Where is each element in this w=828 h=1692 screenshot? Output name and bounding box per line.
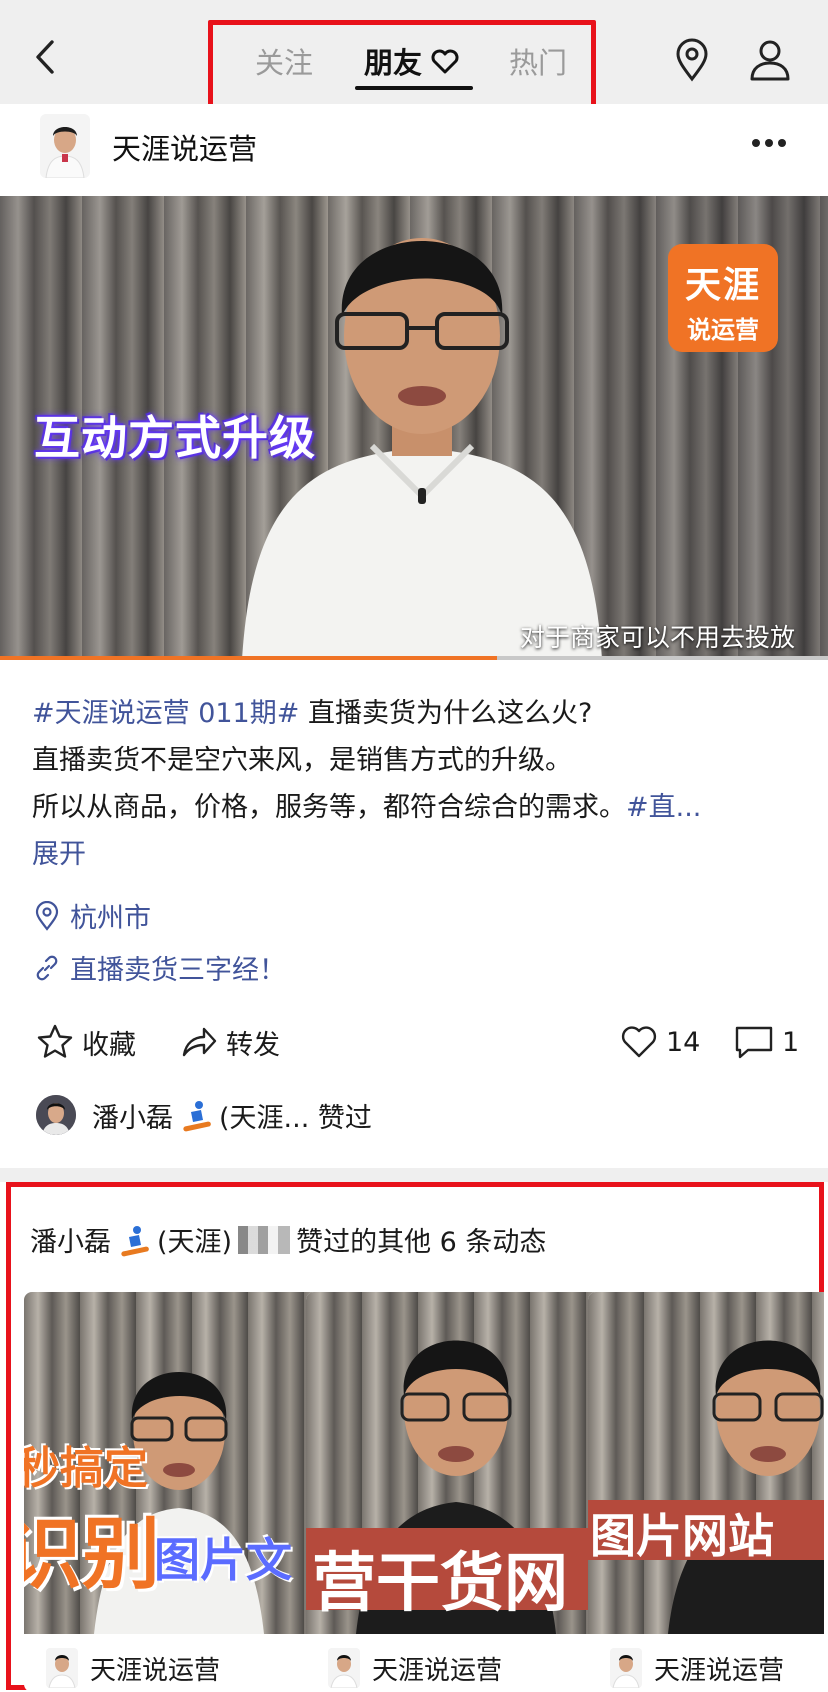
back-arrow-icon[interactable] xyxy=(28,36,62,78)
post-line-1-text: 直播卖货为什么这么火? xyxy=(299,698,593,729)
card-author-avatar xyxy=(328,1648,360,1688)
related-title-mid: (天涯) xyxy=(157,1227,233,1258)
video-headline: 互动方式升级 xyxy=(34,411,316,465)
truncated-tag[interactable]: #直... xyxy=(626,792,701,823)
card-author-name: 天涯说运营 xyxy=(90,1655,221,1686)
favorite-button[interactable]: 收藏 xyxy=(36,1020,136,1064)
related-card[interactable]: 图片网站 天涯说运营 xyxy=(588,1292,824,1692)
like-button[interactable]: 14 xyxy=(620,1020,700,1064)
expand-link[interactable]: 展开 xyxy=(32,832,86,871)
snowboarder-emoji-icon xyxy=(121,1225,149,1256)
location-row[interactable]: 杭州市 xyxy=(32,896,151,935)
card-caption-side: 图片文 xyxy=(154,1533,292,1587)
video-subtitle: 对于商家可以不用去投放 xyxy=(520,623,796,652)
related-card[interactable]: 秒搞定 识别 图片文 天涯说运营 xyxy=(24,1292,320,1692)
card-author[interactable]: 天涯说运营 xyxy=(588,1644,824,1692)
comment-button[interactable]: 1 xyxy=(734,1020,799,1064)
card-author[interactable]: 天涯说运营 xyxy=(24,1644,320,1692)
comment-count: 1 xyxy=(782,1026,800,1058)
liked-tail: (天涯... 赞过 xyxy=(219,1102,372,1134)
user-profile-icon[interactable] xyxy=(748,38,792,82)
card-author[interactable]: 天涯说运营 xyxy=(306,1644,602,1692)
active-tab-indicator xyxy=(355,86,473,90)
post-line-3: 所以从商品，价格，服务等，都符合综合的需求。#直... xyxy=(32,784,802,831)
location-text: 杭州市 xyxy=(70,903,151,934)
like-count: 14 xyxy=(666,1026,701,1058)
video-progress-fill xyxy=(0,656,497,660)
presenter-figure xyxy=(668,1340,824,1634)
logo-line1: 天涯 xyxy=(684,265,761,306)
location-pin-icon[interactable] xyxy=(674,38,710,82)
post-line-1: #天涯说运营 011期# 直播卖货为什么这么火? xyxy=(32,690,802,737)
card-author-name: 天涯说运营 xyxy=(372,1655,503,1686)
comment-bubble-icon xyxy=(735,1026,773,1059)
top-nav-bar: 关注 朋友 热门 xyxy=(0,0,828,112)
card-author-avatar xyxy=(610,1648,642,1688)
link-text: 直播卖货三字经！ xyxy=(70,955,286,986)
tab-following[interactable]: 关注 xyxy=(255,40,313,82)
liker-name: 潘小磊 xyxy=(92,1102,173,1134)
share-arrow-icon xyxy=(182,1027,217,1057)
heart-icon xyxy=(431,49,459,74)
card-thumbnail: 图片网站 xyxy=(588,1292,824,1634)
link-row[interactable]: 直播卖货三字经！ xyxy=(32,948,286,987)
card-caption-big: 营干货网 xyxy=(312,1547,568,1621)
tab-friends[interactable]: 朋友 xyxy=(364,40,422,82)
post-line-2: 直播卖货不是空穴来风，是销售方式的升级。 xyxy=(32,745,572,776)
star-icon xyxy=(37,1024,73,1058)
card-caption-big: 识别 xyxy=(24,1510,161,1600)
liker-avatar[interactable] xyxy=(36,1095,76,1135)
post-line-3-text: 所以从商品，价格，服务等，都符合综合的需求。 xyxy=(32,792,626,823)
snowboarder-emoji-icon xyxy=(183,1101,211,1132)
related-title-suffix: 赞过的其他 6 条动态 xyxy=(296,1227,547,1258)
related-title: 潘小磊 (天涯) 赞过的其他 6 条动态 xyxy=(30,1220,546,1259)
topic-tag[interactable]: #天涯说运营 011期# xyxy=(32,698,299,729)
author-avatar[interactable] xyxy=(40,114,90,178)
video-progress-bar[interactable] xyxy=(0,656,828,660)
tab-hot[interactable]: 热门 xyxy=(509,40,567,82)
favorite-label: 收藏 xyxy=(82,1029,136,1061)
more-options-icon[interactable] xyxy=(752,132,792,147)
card-thumbnail: 营干货网 xyxy=(306,1292,602,1634)
pixelated-redaction xyxy=(238,1225,291,1254)
author-name[interactable]: 天涯说运营 xyxy=(112,126,257,168)
video-player[interactable]: 天涯 说运营 互动方式升级 对于商家可以不用去投放 xyxy=(0,196,828,660)
heart-icon xyxy=(621,1026,657,1058)
card-thumbnail: 秒搞定 识别 图片文 xyxy=(24,1292,320,1634)
share-label: 转发 xyxy=(226,1029,280,1061)
card-caption-top: 秒搞定 xyxy=(24,1443,148,1494)
related-title-prefix: 潘小磊 xyxy=(30,1227,111,1258)
post-actions-row: 收藏 转发 14 1 xyxy=(0,1020,828,1064)
post-author-row: 天涯说运营 xyxy=(0,104,828,196)
liked-by-row[interactable]: 潘小磊 (天涯... 赞过 xyxy=(36,1094,372,1136)
logo-line2: 说运营 xyxy=(687,316,759,344)
share-button[interactable]: 转发 xyxy=(180,1020,280,1064)
card-caption-big: 图片网站 xyxy=(590,1509,774,1563)
post-body: #天涯说运营 011期# 直播卖货为什么这么火? 直播卖货不是空穴来风，是销售方… xyxy=(32,690,802,831)
channel-logo-badge: 天涯 说运营 xyxy=(668,244,778,352)
link-icon xyxy=(36,955,58,980)
location-pin-icon xyxy=(35,900,59,931)
related-card[interactable]: 营干货网 天涯说运营 xyxy=(306,1292,602,1692)
card-author-avatar xyxy=(46,1648,78,1688)
section-divider xyxy=(0,1168,828,1182)
card-author-name: 天涯说运营 xyxy=(654,1655,785,1686)
related-carousel[interactable]: 秒搞定 识别 图片文 天涯说运营 营干货网 天涯说运营 图片网站 天涯说运营 xyxy=(24,1292,824,1692)
